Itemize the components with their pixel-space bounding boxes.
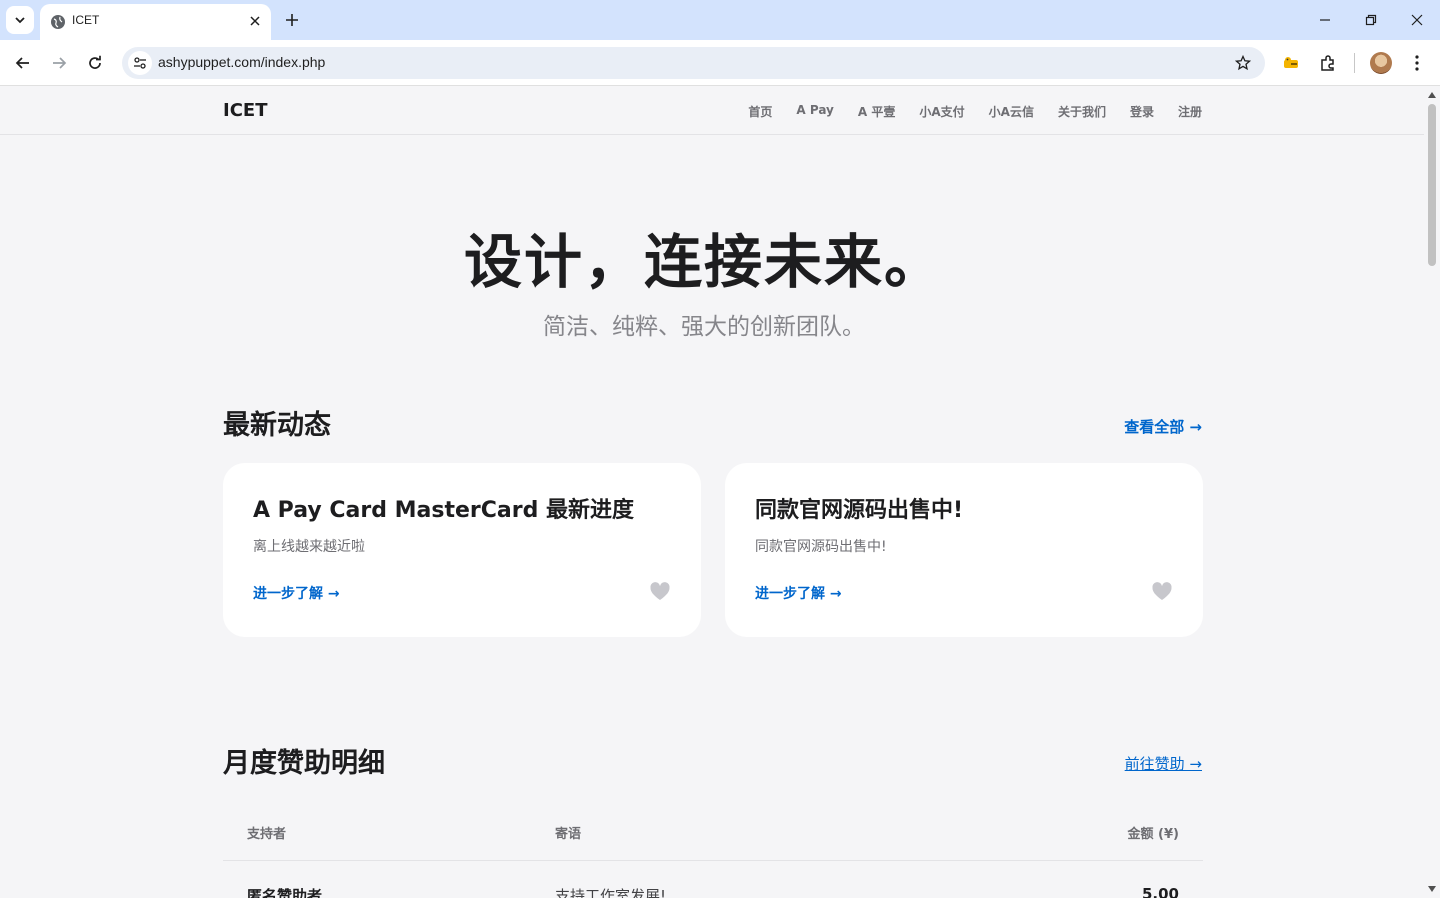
- page-viewport: ICET 首页 A Pay A 平壹 小A支付 小A云信 关于我们 登录 注册 …: [0, 87, 1424, 898]
- tune-icon: [134, 57, 146, 69]
- learn-more-link[interactable]: 进一步了解 →: [253, 583, 340, 603]
- back-button[interactable]: [9, 49, 37, 77]
- globe-icon: [51, 15, 65, 29]
- new-tab-button[interactable]: [280, 8, 304, 32]
- browser-toolbar: ashypuppet.com/index.php: [0, 40, 1440, 86]
- toolbar-divider: [1354, 53, 1355, 73]
- news-heading: 最新动态: [223, 410, 331, 441]
- news-card-title: A Pay Card MasterCard 最新进度: [253, 498, 635, 523]
- hero-subtitle: 简洁、纯粹、强大的创新团队。: [543, 314, 865, 340]
- scrollbar-thumb[interactable]: [1428, 104, 1436, 266]
- site-nav-links: 首页 A Pay A 平壹 小A支付 小A云信 关于我们 登录 注册: [748, 103, 1202, 120]
- scroll-up-icon[interactable]: [1427, 90, 1437, 100]
- tab-search-button[interactable]: [6, 6, 34, 34]
- reload-button[interactable]: [81, 49, 109, 77]
- cell-amount: 5.00: [1141, 885, 1179, 898]
- nav-aping[interactable]: A 平壹: [858, 103, 895, 120]
- news-card-title: 同款官网源码出售中!: [755, 498, 964, 523]
- tab-title: ICET: [72, 13, 100, 27]
- nav-about[interactable]: 关于我们: [1058, 103, 1106, 120]
- hero-title: 设计，连接未来。: [463, 228, 944, 296]
- nav-apay[interactable]: A Pay: [796, 103, 834, 120]
- close-tab-icon[interactable]: [247, 13, 263, 29]
- learn-more-link[interactable]: 进一步了解 →: [755, 583, 842, 603]
- table-row: 匿名赞助者 支持工作室发展! 5.00: [223, 861, 1203, 898]
- arrow-right-icon: [53, 57, 67, 69]
- news-card-desc: 同款官网源码出售中!: [755, 539, 887, 555]
- nav-login[interactable]: 登录: [1130, 103, 1154, 120]
- more-menu-icon[interactable]: [1405, 51, 1429, 75]
- view-all-link[interactable]: 查看全部 →: [1124, 416, 1202, 437]
- column-message: 寄语: [555, 827, 582, 842]
- restore-icon: [1365, 14, 1377, 26]
- nav-home[interactable]: 首页: [748, 103, 772, 120]
- heart-icon[interactable]: [649, 581, 671, 603]
- nav-xiaoa-pay[interactable]: 小A支付: [919, 103, 964, 120]
- sponsor-link[interactable]: 前往赞助 →: [1125, 753, 1202, 774]
- sponsor-table: 支持者 寄语 金额 (¥) 匿名赞助者 支持工作室发展! 5.00: [223, 799, 1203, 898]
- reload-icon: [89, 55, 101, 69]
- browser-tab[interactable]: ICET: [40, 4, 271, 40]
- minimize-icon: [1320, 19, 1330, 21]
- profile-avatar[interactable]: [1370, 52, 1392, 74]
- restore-button[interactable]: [1359, 8, 1383, 32]
- cell-message: 支持工作室发展!: [555, 887, 667, 898]
- extension-puppy-icon[interactable]: [1279, 51, 1303, 75]
- page-scrollbar[interactable]: [1424, 87, 1440, 898]
- nav-xiaoa-cloud[interactable]: 小A云信: [989, 103, 1034, 120]
- cell-supporter: 匿名赞助者: [247, 887, 323, 898]
- chevron-down-icon: [15, 17, 25, 24]
- minimize-button[interactable]: [1313, 8, 1337, 32]
- address-bar[interactable]: ashypuppet.com/index.php: [122, 47, 1265, 79]
- close-icon: [1411, 14, 1423, 26]
- news-card[interactable]: A Pay Card MasterCard 最新进度 离上线越来越近啦 进一步了…: [223, 463, 701, 637]
- extensions-puzzle-icon[interactable]: [1316, 51, 1340, 75]
- arrow-left-icon: [15, 57, 29, 69]
- nav-register[interactable]: 注册: [1178, 103, 1202, 120]
- site-info-button[interactable]: [128, 51, 152, 75]
- tab-strip: ICET: [0, 0, 1440, 40]
- news-card[interactable]: 同款官网源码出售中! 同款官网源码出售中! 进一步了解 →: [725, 463, 1203, 637]
- column-supporter: 支持者: [247, 827, 287, 842]
- heart-icon[interactable]: [1151, 581, 1173, 603]
- bookmark-star-icon[interactable]: [1233, 53, 1253, 73]
- forward-button[interactable]: [45, 49, 73, 77]
- site-navbar: ICET 首页 A Pay A 平壹 小A支付 小A云信 关于我们 登录 注册: [0, 87, 1424, 135]
- sponsors-heading: 月度赞助明细: [223, 748, 385, 779]
- close-window-button[interactable]: [1405, 8, 1429, 32]
- news-card-desc: 离上线越来越近啦: [253, 539, 365, 555]
- url-text[interactable]: ashypuppet.com/index.php: [158, 54, 325, 70]
- scroll-down-icon[interactable]: [1427, 884, 1437, 894]
- column-amount: 金额 (¥): [1127, 827, 1179, 842]
- site-brand[interactable]: ICET: [223, 100, 267, 121]
- table-header-row: 支持者 寄语 金额 (¥): [223, 799, 1203, 861]
- plus-icon: [286, 14, 298, 26]
